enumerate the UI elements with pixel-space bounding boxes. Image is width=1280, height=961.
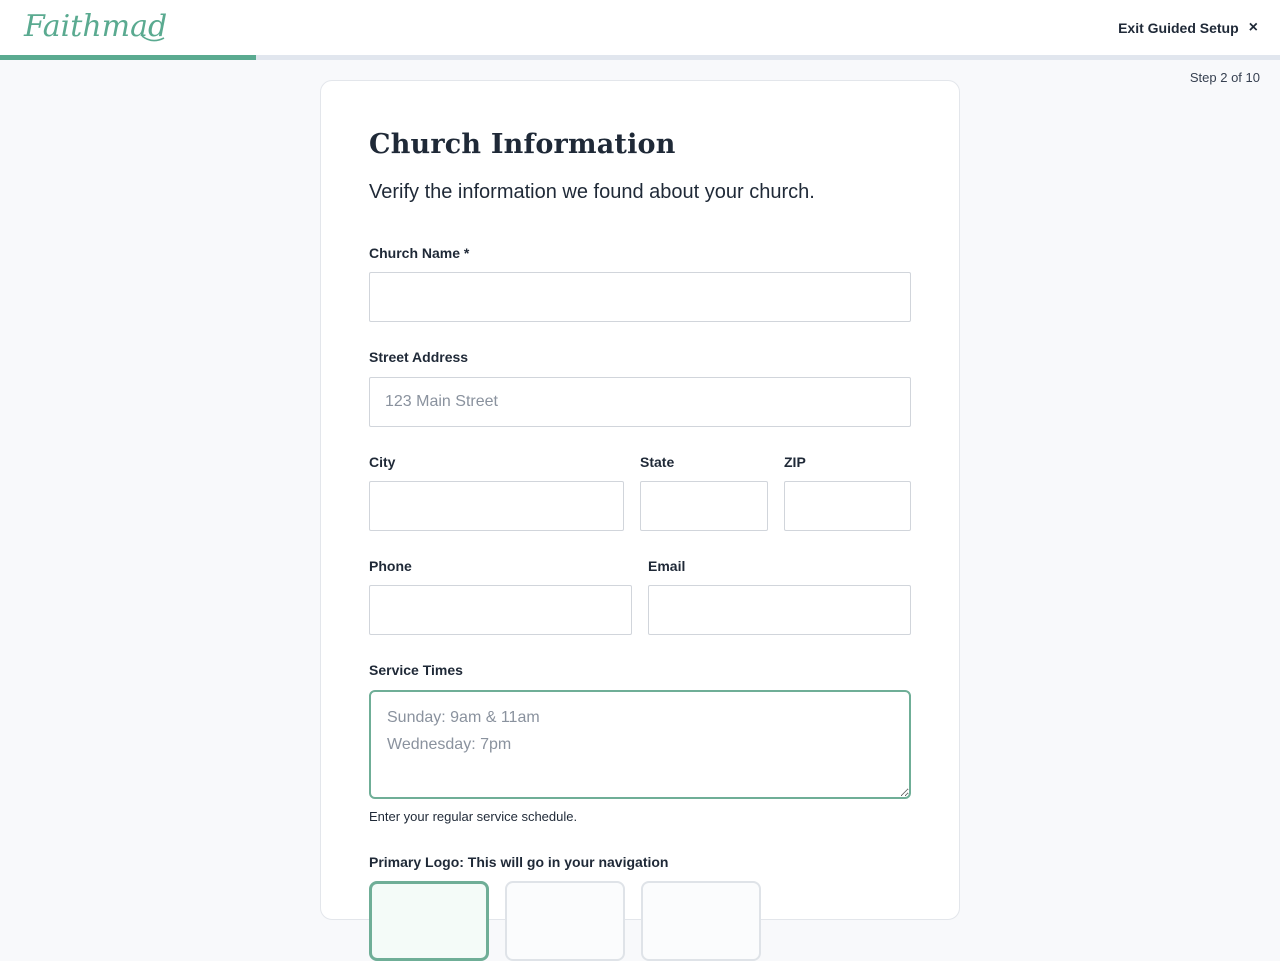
- top-bar: Faithmade Exit Guided Setup ×: [0, 0, 1280, 56]
- primary-logo-label: Primary Logo: This will go in your navig…: [369, 854, 669, 870]
- logo-option-2[interactable]: [505, 881, 625, 961]
- exit-guided-setup-label: Exit Guided Setup: [1118, 20, 1239, 36]
- phone-input[interactable]: [369, 585, 632, 635]
- state-input[interactable]: [640, 481, 768, 531]
- state-label: State: [640, 454, 675, 470]
- progress-bar-fill: [0, 55, 256, 60]
- page-subtitle: Verify the information we found about yo…: [369, 181, 815, 203]
- logo-option-3[interactable]: [641, 881, 761, 961]
- exit-guided-setup-button[interactable]: Exit Guided Setup ×: [1118, 18, 1258, 38]
- city-label: City: [369, 454, 396, 470]
- close-icon: ×: [1248, 19, 1258, 36]
- service-times-help-text: Enter your regular service schedule.: [369, 809, 578, 824]
- faithmade-logo[interactable]: Faithmade: [22, 6, 168, 48]
- progress-bar: [0, 55, 1280, 60]
- zip-label: ZIP: [784, 454, 806, 470]
- service-times-textarea[interactable]: [369, 690, 911, 799]
- step-indicator: Step 2 of 10: [1189, 70, 1260, 85]
- page-title: Church Information: [369, 129, 676, 160]
- city-input[interactable]: [369, 481, 624, 531]
- logo-option-1[interactable]: [369, 881, 489, 961]
- church-name-input[interactable]: [369, 272, 911, 322]
- email-input[interactable]: [648, 585, 911, 635]
- church-information-card: Church Information Verify the informatio…: [320, 80, 960, 961]
- zip-input[interactable]: [784, 481, 911, 531]
- phone-label: Phone: [369, 558, 412, 574]
- service-times-label: Service Times: [369, 662, 463, 678]
- street-address-label: Street Address: [369, 349, 469, 365]
- email-label: Email: [648, 558, 686, 574]
- street-address-input[interactable]: [369, 377, 911, 427]
- church-name-label: Church Name *: [369, 245, 470, 261]
